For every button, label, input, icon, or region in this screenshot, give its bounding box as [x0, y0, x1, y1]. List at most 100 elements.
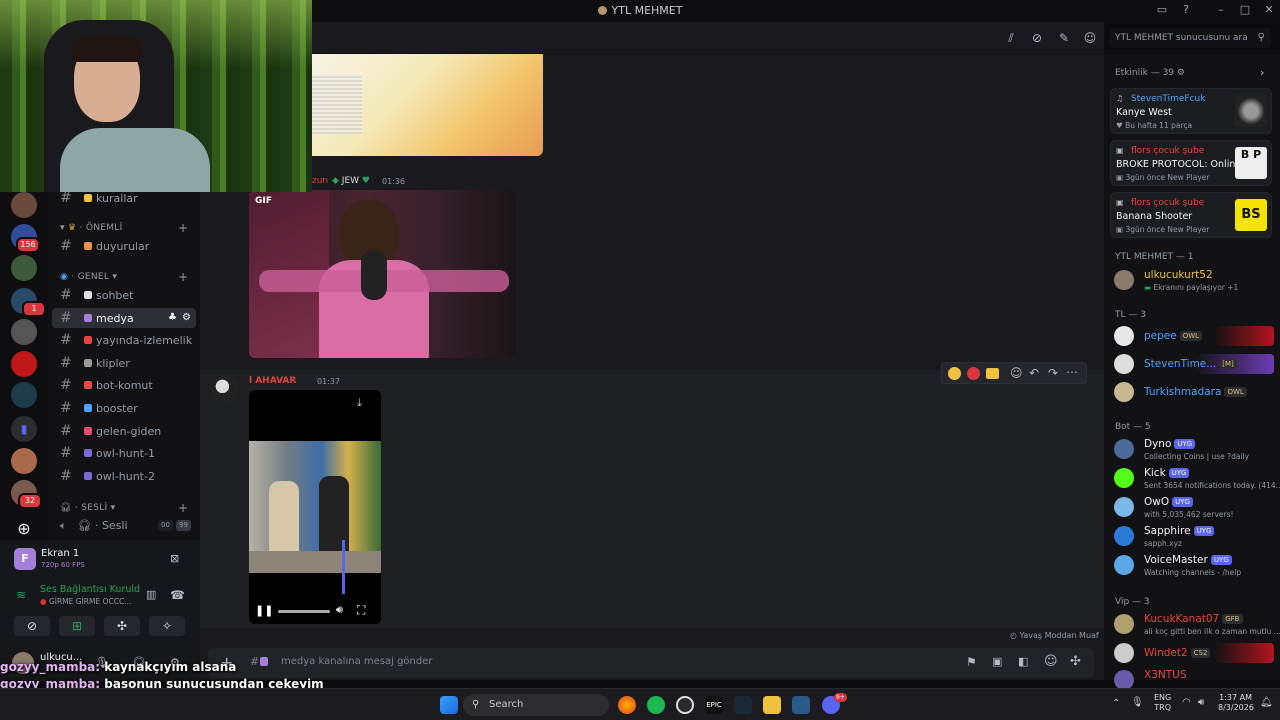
maximize-button[interactable]: □ — [1238, 3, 1252, 17]
member-item[interactable]: KucukKanat07 GFB ali koç gitti ben ilk o … — [1114, 610, 1280, 638]
channel-item[interactable]: # owl-hunt-2 — [52, 466, 196, 486]
threads-icon[interactable]: ⫽ — [1004, 31, 1018, 45]
server-icon[interactable] — [11, 255, 37, 281]
activities-button[interactable]: ✣ — [104, 616, 140, 636]
category-important[interactable]: ▾ ♛ · ÖNEMLİ + — [60, 221, 188, 235]
message-author[interactable]: l AHAVAR — [249, 376, 296, 386]
reaction-emoji-icon[interactable] — [948, 367, 961, 380]
activity-card[interactable]: ▣ flors çocuk şube BROKE PROTOCOL: Onlin… — [1110, 140, 1272, 186]
disconnect-icon[interactable]: ☎ — [170, 588, 185, 602]
category-voice[interactable]: 🎧︎ · SESLİ ▾ + — [60, 501, 188, 515]
server-search-input[interactable]: YTL MEHMET sunucusunu ara ⚲ — [1109, 28, 1271, 48]
member-item[interactable]: ulkucukurt52 ▬ Ekranını paylaşıyor +1 — [1114, 266, 1274, 294]
download-icon[interactable]: ⤓ — [357, 396, 362, 410]
activity-card[interactable]: ▣ flors çocuk şube Banana Shooter ▣ 3gün… — [1110, 192, 1272, 238]
reply-icon[interactable]: ↶ — [1029, 366, 1039, 380]
video-attachment[interactable]: ⤓ ❚❚ 🔊︎ ⛶ — [249, 390, 381, 624]
help-icon[interactable]: ? — [1179, 3, 1193, 17]
start-icon[interactable] — [440, 696, 458, 714]
volume-icon[interactable]: 🔊︎ — [1198, 697, 1204, 708]
minimize-button[interactable]: – — [1214, 3, 1228, 17]
member-item[interactable]: Turkishmadara OWL — [1114, 378, 1274, 406]
taskbar-search[interactable]: ⚲ Search — [463, 694, 609, 716]
app-icon[interactable] — [792, 696, 810, 714]
gif-picker-icon[interactable]: ▣ — [992, 655, 1002, 668]
activity-thumbnail: B P — [1235, 147, 1267, 179]
member-item[interactable]: Dyno UYG Collecting Coins | use ?daily — [1114, 435, 1274, 463]
microphone-icon[interactable]: 🎙︎ — [1131, 697, 1144, 708]
invite-icon[interactable]: ♣ — [168, 308, 177, 328]
soundboard-button[interactable]: ✧ — [149, 616, 185, 636]
message-author[interactable]: zun — [312, 176, 328, 186]
server-icon[interactable] — [11, 382, 37, 408]
file-explorer-icon[interactable] — [763, 696, 781, 714]
add-reaction-icon[interactable]: ☺ — [1010, 366, 1023, 380]
fullscreen-icon[interactable]: ⛶ — [357, 603, 365, 618]
language-indicator[interactable]: ENG TRQ — [1154, 693, 1171, 713]
member-item[interactable]: Windet2 CS2 — [1114, 639, 1274, 667]
media-attachment-image[interactable] — [312, 54, 543, 156]
reaction-emoji-icon[interactable] — [986, 368, 999, 379]
chrome-icon[interactable] — [676, 696, 694, 714]
channel-item[interactable]: # gelen-giden — [52, 421, 196, 441]
inbox-icon[interactable]: ▭ — [1155, 3, 1169, 17]
channel-item-active[interactable]: # medya ♣ ⚙ — [52, 308, 196, 328]
stream-preview[interactable]: F Ekran 1 720p 60 FPS ⊠ — [0, 546, 200, 574]
channel-item[interactable]: # yayında-izlemelik — [52, 330, 196, 350]
wifi-icon[interactable]: ◠ — [1182, 697, 1191, 708]
channel-item[interactable]: # booster — [52, 398, 196, 418]
channel-item[interactable]: # owl-hunt-1 — [52, 443, 196, 463]
channel-item[interactable]: # bot-komut — [52, 375, 196, 395]
close-button[interactable]: ✕ — [1262, 3, 1276, 17]
server-icon[interactable] — [11, 192, 37, 218]
video-progress-bar[interactable] — [278, 610, 330, 613]
notification-settings-icon[interactable]: ⊘ — [1030, 31, 1044, 45]
stop-stream-icon[interactable]: ⊠ — [170, 552, 179, 565]
activity-card[interactable]: ♫ StevenTimeFcuk Kanye West ♥ Bu hafta 1… — [1110, 88, 1272, 134]
spotify-icon[interactable] — [647, 696, 665, 714]
server-icon[interactable] — [11, 319, 37, 345]
member-item[interactable]: Sapphire UYG sapph.xyz — [1114, 522, 1274, 550]
pause-icon[interactable]: ❚❚ — [255, 604, 273, 617]
channel-item[interactable]: # sohbet — [52, 285, 196, 305]
epic-games-icon[interactable]: EPIC — [705, 696, 723, 714]
volume-icon[interactable]: 🔊︎ — [336, 603, 343, 617]
add-server-icon[interactable]: ⊕ — [11, 516, 37, 542]
more-options-icon[interactable]: ⋯ — [1066, 365, 1078, 379]
noise-suppression-icon[interactable]: ▥ — [146, 588, 156, 601]
channel-settings-icon[interactable]: ⚙ — [182, 308, 191, 328]
folder-icon[interactable]: ▮ — [11, 416, 37, 442]
steam-icon[interactable] — [734, 696, 752, 714]
emoji-picker-icon[interactable]: ☺ — [1044, 654, 1058, 669]
member-item[interactable]: Kick UYG Sent 3654 notifications today. (… — [1114, 464, 1280, 492]
channel-item[interactable]: # klipler — [52, 353, 196, 373]
share-screen-button[interactable]: ⊞ — [59, 616, 95, 636]
category-general[interactable]: ◉ · GENEL ▾ + — [60, 270, 188, 284]
gift-icon[interactable]: ⚑ — [966, 655, 977, 669]
firefox-icon[interactable] — [618, 696, 636, 714]
clock[interactable]: 1:37 AM 8/3/2026 — [1218, 693, 1254, 713]
pin-icon[interactable]: ✎ — [1057, 31, 1071, 45]
member-item[interactable]: OwO UYG with 5,035,462 servers! — [1114, 493, 1274, 521]
channel-item[interactable]: # duyurular — [52, 236, 196, 256]
apps-icon[interactable]: ✣ — [1070, 654, 1081, 669]
chevron-up-icon[interactable]: ⌃ — [1112, 698, 1120, 709]
gif-attachment[interactable]: GIF — [249, 190, 516, 358]
member-item[interactable]: pepee OWL — [1114, 322, 1274, 350]
message-composer[interactable]: + # medya kanalına mesaj gönder ⚑ ▣ ◧ ☺ … — [208, 648, 1094, 678]
member-list-icon[interactable]: ☺ — [1083, 31, 1097, 45]
camera-off-button[interactable]: ⊘ — [14, 616, 50, 636]
member-item[interactable]: VoiceMaster UYG Watching channels - /help — [1114, 551, 1274, 579]
member-item[interactable]: StevenTime... [M] — [1114, 350, 1274, 378]
server-icon[interactable] — [11, 448, 37, 474]
volume-slider-track[interactable] — [342, 540, 345, 594]
sticker-icon[interactable]: ◧ — [1018, 655, 1028, 668]
server-icon[interactable] — [11, 351, 37, 377]
voice-channel-item[interactable]: 🔈︎ 🎧︎ · Sesli 00 99 — [52, 516, 196, 536]
chevron-right-icon[interactable]: › — [1260, 66, 1264, 79]
forward-icon[interactable]: ↷ — [1048, 366, 1058, 380]
notification-icon[interactable]: 🔔︎ — [1260, 697, 1273, 708]
reaction-emoji-icon[interactable] — [967, 367, 980, 380]
avatar[interactable] — [212, 376, 238, 402]
voice-channel-name[interactable]: GİRME GİRME OCCC... — [49, 597, 131, 606]
